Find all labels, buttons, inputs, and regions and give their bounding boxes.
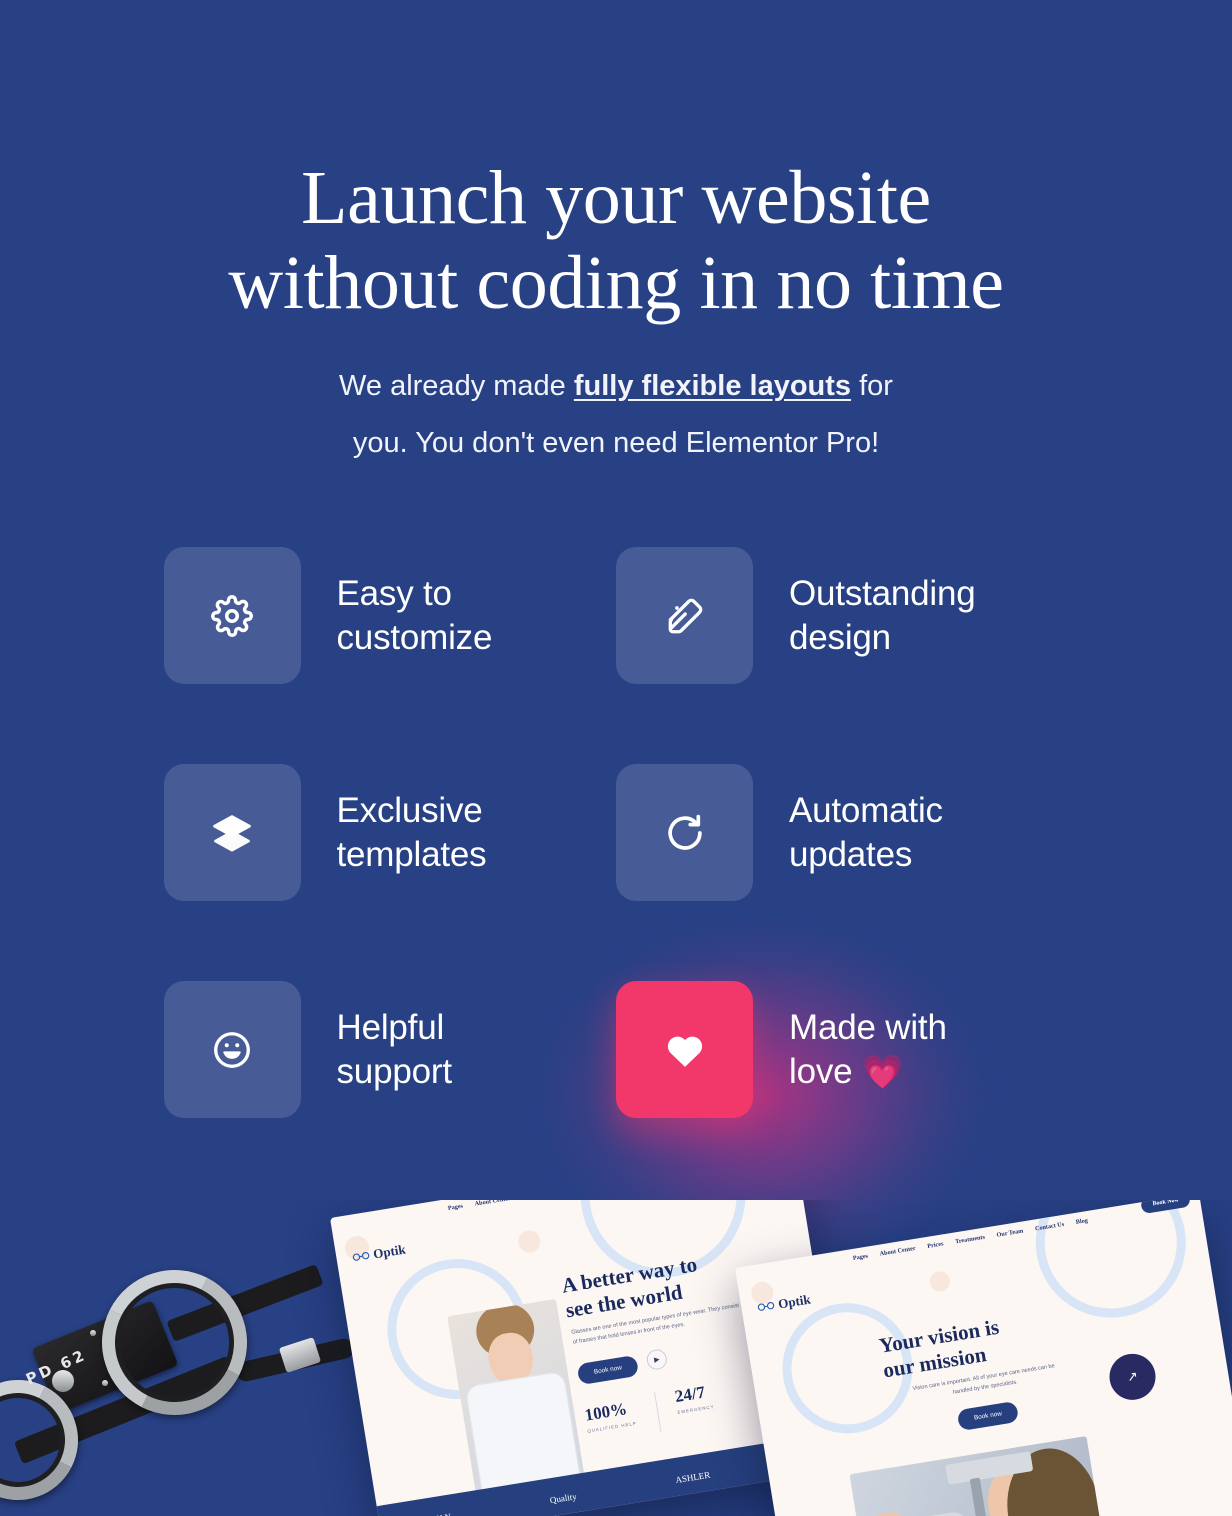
- feature-label-line-1: Automatic: [789, 790, 943, 830]
- mockup-stat-emergency: 24/7 EMERGENCY: [673, 1381, 714, 1414]
- play-icon[interactable]: ▶: [645, 1348, 669, 1372]
- feature-helpful-support[interactable]: Helpful support: [163, 981, 617, 1119]
- nav-item-prices[interactable]: Prices: [927, 1240, 944, 1249]
- page-title: Launch your website without coding in no…: [0, 156, 1232, 326]
- subhead-emphasis: fully flexible layouts: [573, 370, 852, 403]
- feature-icon-tile-highlighted: [616, 981, 753, 1119]
- palette-icon: [664, 595, 706, 637]
- mockup-eye-exam-photo: [849, 1435, 1108, 1516]
- subhead-line-2: you. You don't even need Elementor Pro!: [352, 426, 880, 459]
- stat-value: 24/7: [673, 1382, 707, 1407]
- feature-label-line-2: updates: [789, 834, 913, 874]
- refresh-icon: [664, 812, 706, 854]
- layers-icon: [211, 812, 253, 854]
- feature-label-line-1: Outstanding: [789, 573, 976, 613]
- brand-quality: Quality: [549, 1491, 578, 1506]
- feature-icon-tile: [616, 547, 753, 685]
- heart-emoji: 💗: [861, 1052, 903, 1090]
- hero-subheading: We already made fully flexible layouts f…: [0, 358, 1232, 471]
- brand-wayan: WAYAN: [419, 1512, 452, 1516]
- feature-icon-tile: [163, 981, 301, 1119]
- mockup-stat-qualified: 100% QUALIFIED HELP: [583, 1398, 637, 1433]
- landing-page: Launch your website without coding in no…: [0, 0, 1232, 1516]
- feature-icon-tile: [616, 764, 753, 902]
- heart-icon: [663, 1028, 707, 1072]
- feature-label: Easy to customize: [337, 572, 493, 660]
- feature-label: Exclusive templates: [337, 789, 487, 877]
- glasses-icon: [351, 1247, 370, 1266]
- feature-label-line-2: love: [789, 1051, 862, 1091]
- nav-item-pages[interactable]: Pages: [447, 1203, 463, 1212]
- feature-label: Outstanding design: [789, 572, 976, 660]
- feature-icon-tile: [163, 547, 301, 685]
- trial-frame-photo: PD 62: [0, 1230, 380, 1516]
- feature-icon-tile: [163, 764, 301, 902]
- feature-label-line-1: Easy to: [336, 573, 453, 613]
- feature-label: Helpful support: [336, 1006, 453, 1094]
- glasses-icon: [756, 1297, 775, 1316]
- feature-label-line-2: templates: [336, 834, 487, 874]
- feature-label: Automatic updates: [789, 789, 943, 877]
- feature-label-line-2: design: [789, 617, 891, 657]
- feature-label: Made with love 💗: [789, 1006, 947, 1094]
- headline-line-1: Launch your website: [301, 156, 931, 240]
- smiley-icon: [211, 1029, 253, 1071]
- feature-easy-to-customize[interactable]: Easy to customize: [163, 547, 617, 685]
- mockup-logo-text: Optik: [372, 1241, 407, 1262]
- feature-automatic-updates[interactable]: Automatic updates: [616, 764, 1069, 902]
- headline-line-2: without coding in no time: [228, 241, 1004, 326]
- mockup-logo-text: Optik: [777, 1291, 812, 1312]
- subhead-text-2: for: [851, 370, 893, 403]
- feature-label-line-1: Made with: [789, 1007, 947, 1047]
- brand-ashler: ASHLER: [674, 1469, 711, 1486]
- bottom-showcase: PD 62 Optik Pages About Center Prices Tr: [0, 1200, 1232, 1516]
- feature-exclusive-templates[interactable]: Exclusive templates: [163, 764, 617, 902]
- feature-label-line-2: support: [336, 1051, 453, 1091]
- feature-label-line-1: Helpful: [336, 1007, 445, 1047]
- nav-item-our-team[interactable]: Our Team: [996, 1227, 1024, 1238]
- nav-item-treatments[interactable]: Treatments: [955, 1234, 986, 1246]
- gear-icon: [211, 594, 253, 637]
- feature-made-with-love[interactable]: Made with love 💗: [616, 981, 1069, 1119]
- nav-item-pages[interactable]: Pages: [852, 1253, 868, 1262]
- features-grid: Easy to customize Outstanding design Exc…: [163, 547, 1069, 1119]
- mockup-cta-button[interactable]: Book now: [576, 1354, 640, 1386]
- feature-outstanding-design[interactable]: Outstanding design: [616, 547, 1069, 685]
- mockup-cta-button[interactable]: Book now: [956, 1400, 1020, 1432]
- feature-label-line-2: customize: [336, 617, 493, 657]
- subhead-text-1: We already made: [339, 370, 574, 403]
- stat-divider: [654, 1392, 662, 1432]
- nav-item-about[interactable]: About Center: [879, 1245, 916, 1258]
- hero-section: Launch your website without coding in no…: [0, 0, 1232, 471]
- mockup-service-badge: ↗: [1106, 1350, 1159, 1404]
- feature-label-line-1: Exclusive: [336, 790, 483, 830]
- nav-item-about[interactable]: About Center: [474, 1200, 511, 1208]
